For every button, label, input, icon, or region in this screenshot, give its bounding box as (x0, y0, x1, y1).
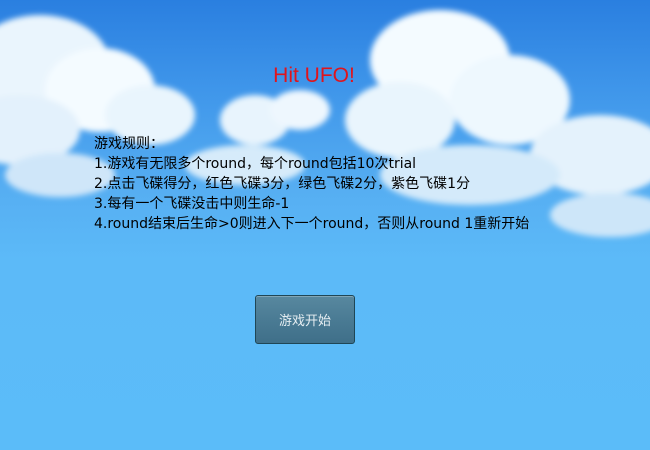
start-game-button[interactable]: 游戏开始 (255, 295, 355, 344)
rule-item: 1.游戏有无限多个round，每个round包括10次trial (94, 156, 417, 172)
rules-heading: 游戏规则： (94, 136, 164, 152)
start-game-label: 游戏开始 (278, 314, 331, 329)
game-title: Hit UFO! (273, 64, 355, 87)
rule-item: 4.round结束后生命>0则进入下一个round，否则从round 1重新开始 (94, 216, 530, 232)
rule-item: 2.点击飞碟得分，红色飞碟3分，绿色飞碟2分，紫色飞碟1分 (94, 176, 471, 192)
game-screen: Hit UFO! 游戏规则： 1.游戏有无限多个round，每个round包括1… (0, 0, 650, 450)
rule-item: 3.每有一个飞碟没击中则生命-1 (94, 196, 290, 212)
rules-panel: 游戏规则： 1.游戏有无限多个round，每个round包括10次trial 2… (94, 134, 529, 234)
